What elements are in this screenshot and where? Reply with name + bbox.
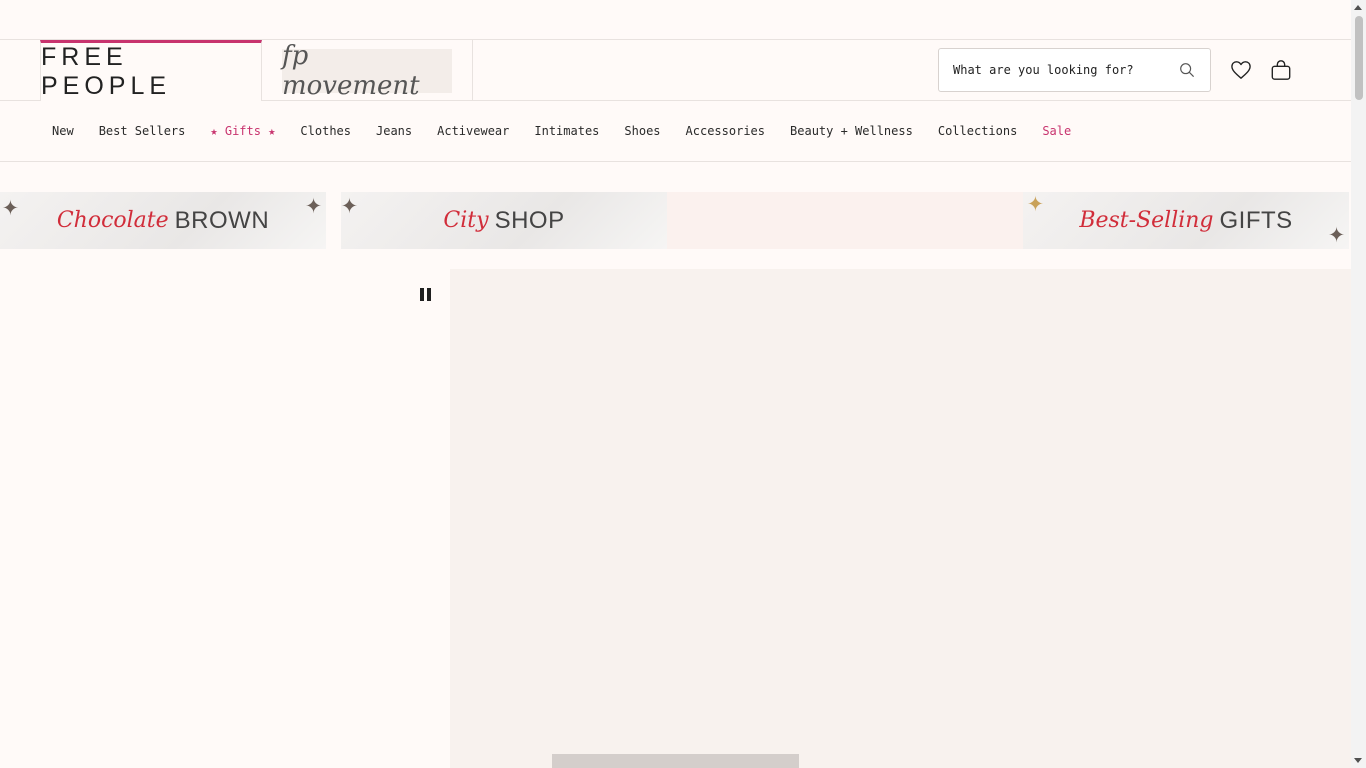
scroll-thumb[interactable] xyxy=(1355,16,1363,100)
star-decoration-icon: ✦ xyxy=(1328,216,1345,249)
main-nav: New Best Sellers ★ Gifts ★ Clothes Jeans… xyxy=(0,101,1351,162)
nav-item-shoes[interactable]: Shoes xyxy=(624,124,660,138)
promo-caps-text: SHOP xyxy=(494,206,565,234)
promo-best-selling-gifts[interactable]: ✦ ✦ Best-Selling GIFTS xyxy=(1023,192,1349,249)
heart-icon xyxy=(1231,61,1251,79)
search-icon[interactable] xyxy=(1178,61,1196,79)
promo-chocolate-brown[interactable]: ✦ ✦ Chocolate BROWN xyxy=(0,192,326,249)
nav-item-intimates[interactable]: Intimates xyxy=(534,124,599,138)
nav-item-accessories[interactable]: Accessories xyxy=(686,124,765,138)
free-people-logo-tab[interactable]: FREE PEOPLE xyxy=(40,40,262,101)
search-box[interactable] xyxy=(938,48,1211,92)
pause-icon xyxy=(426,287,431,301)
nav-item-activewear[interactable]: Activewear xyxy=(437,124,509,138)
carousel-pause-button[interactable] xyxy=(416,285,434,303)
nav-item-sale[interactable]: Sale xyxy=(1042,124,1071,138)
hero-content-placeholder xyxy=(552,754,799,768)
shopping-bag-icon xyxy=(1271,60,1291,80)
scroll-up-arrow-icon[interactable] xyxy=(1354,5,1362,10)
fp-movement-logo-tab[interactable]: fp movement xyxy=(262,40,473,101)
brand-logo: FREE PEOPLE xyxy=(41,43,172,100)
promo-script-text: City xyxy=(443,208,489,233)
nav-item-beauty-wellness[interactable]: Beauty + Wellness xyxy=(790,124,913,138)
nav-item-best-sellers[interactable]: Best Sellers xyxy=(99,124,186,138)
star-decoration-icon: ✦ xyxy=(341,192,358,220)
hero-image xyxy=(450,269,1351,768)
pause-icon xyxy=(419,287,424,301)
search-input[interactable] xyxy=(953,63,1178,77)
fp-movement-label: fp movement xyxy=(282,40,420,101)
star-decoration-icon: ✦ xyxy=(1027,192,1044,218)
scroll-down-arrow-icon[interactable] xyxy=(1354,758,1362,763)
top-bar xyxy=(0,0,1351,40)
nav-item-jeans[interactable]: Jeans xyxy=(376,124,412,138)
wishlist-button[interactable] xyxy=(1229,58,1253,82)
promo-placeholder xyxy=(667,192,1023,249)
nav-item-clothes[interactable]: Clothes xyxy=(300,124,351,138)
nav-item-gifts[interactable]: ★ Gifts ★ xyxy=(210,124,275,138)
promo-city-shop[interactable]: ✦ City SHOP xyxy=(341,192,667,249)
promo-banner-row: ✦ ✦ Chocolate BROWN ✦ City SHOP ✦ ✦ Best… xyxy=(0,192,1351,249)
fp-movement-logo: fp movement xyxy=(282,41,452,101)
page-scrollbar[interactable] xyxy=(1351,0,1366,768)
star-decoration-icon: ✦ xyxy=(305,192,322,220)
site-header: FREE PEOPLE fp movement xyxy=(0,40,1351,101)
promo-script-text: Chocolate xyxy=(56,208,169,233)
nav-item-new[interactable]: New xyxy=(52,124,74,138)
promo-caps-text: GIFTS xyxy=(1219,206,1293,234)
nav-item-collections[interactable]: Collections xyxy=(938,124,1017,138)
promo-script-text: Best-Selling xyxy=(1079,208,1214,233)
promo-caps-text: BROWN xyxy=(174,206,270,234)
star-decoration-icon: ✦ xyxy=(2,192,19,222)
shopping-bag-button[interactable] xyxy=(1269,58,1293,82)
